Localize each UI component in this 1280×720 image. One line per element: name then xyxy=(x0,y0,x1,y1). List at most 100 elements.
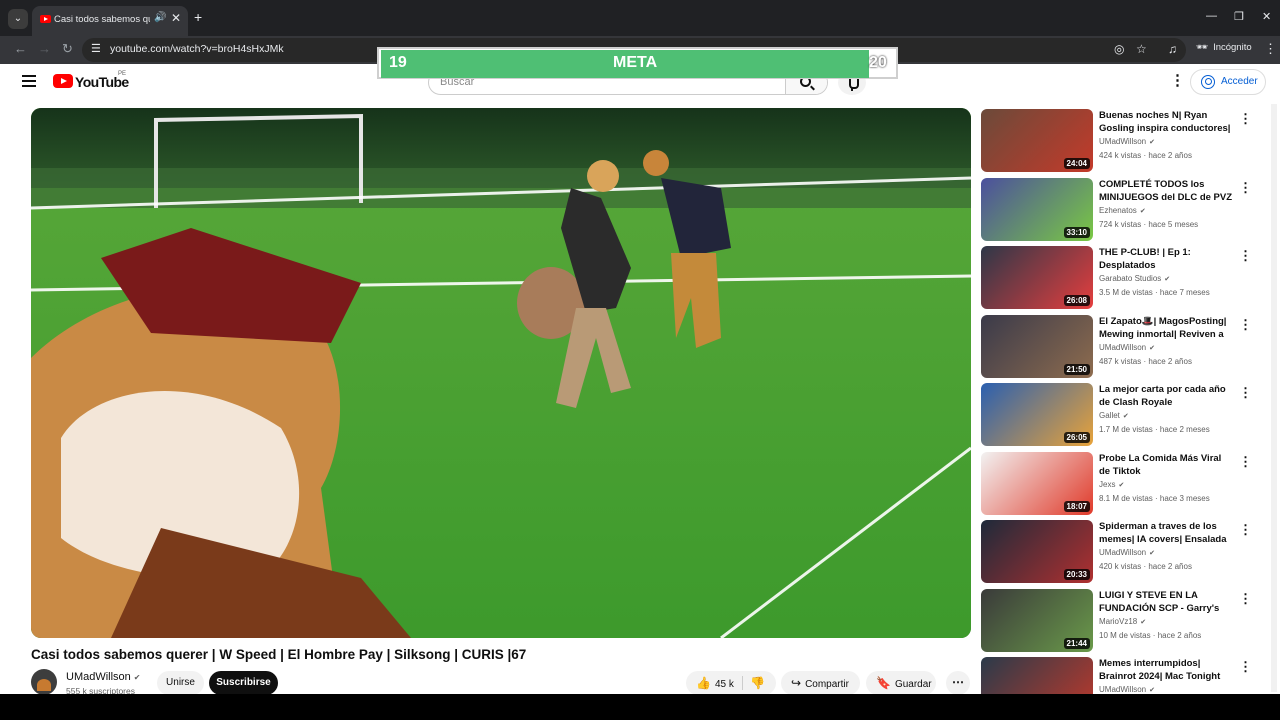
share-button[interactable]: ↪ Compartir xyxy=(781,671,860,694)
share-label: Compartir xyxy=(805,679,849,690)
like-count[interactable]: 45 k xyxy=(715,679,734,690)
sign-in-label: Acceder xyxy=(1221,76,1258,87)
audio-playing-icon[interactable]: 🔊 xyxy=(154,12,166,23)
recommended-channel[interactable]: Garabato Studios ✔ xyxy=(1099,274,1170,283)
recommended-channel-name[interactable]: UMadWillson xyxy=(1099,137,1146,146)
maximize-icon[interactable]: ❐ xyxy=(1234,10,1244,23)
bookmark-star-icon[interactable]: ☆ xyxy=(1136,42,1147,56)
recommended-title[interactable]: COMPLETÉ TODOS los MINIJUEGOS del DLC de… xyxy=(1099,178,1234,204)
youtube-logo-icon[interactable] xyxy=(53,74,73,88)
more-options-icon[interactable]: ⋮ xyxy=(1239,180,1252,196)
media-control-icon[interactable]: ♫ xyxy=(1168,42,1177,56)
recommended-video[interactable]: 18:07 Probe La Comida Más Viral de Tiktok… xyxy=(981,451,1261,516)
tab-close-icon[interactable]: ✕ xyxy=(171,11,181,25)
recommended-video[interactable]: 26:08 THE P-CLUB! | Ep 1: Desplatados Gara… xyxy=(981,246,1261,310)
forward-icon[interactable]: → xyxy=(38,41,51,56)
dislike-icon[interactable]: 👎 xyxy=(750,671,765,694)
more-options-icon[interactable]: ⋮ xyxy=(1239,248,1252,264)
recommended-title[interactable]: Probe La Comida Más Viral de Tiktok xyxy=(1099,452,1234,478)
recommended-video[interactable]: 21:44 LUIGI Y STEVE EN LA FUNDACIÓN SCP -… xyxy=(981,588,1261,653)
subscribe-button[interactable]: Suscribirse xyxy=(209,671,278,694)
video-thumbnail[interactable]: 24:04 xyxy=(981,109,1093,172)
recommended-channel[interactable]: UMadWillson ✔ xyxy=(1099,548,1155,557)
more-options-icon[interactable]: ⋮ xyxy=(1239,591,1252,607)
more-options-icon[interactable]: ⋮ xyxy=(1239,111,1252,127)
recommended-channel[interactable]: UMadWillson ✔ xyxy=(1099,137,1155,146)
more-options-icon[interactable]: ⋮ xyxy=(1239,454,1252,470)
recommended-channel-name[interactable]: Garabato Studios xyxy=(1099,274,1161,283)
verified-icon: ✔ xyxy=(1164,276,1171,283)
url-text[interactable]: youtube.com/watch?v=broH4sHxJMk xyxy=(110,43,284,55)
video-thumbnail[interactable] xyxy=(981,657,1093,694)
recommended-video[interactable]: 20:33 Spiderman a traves de los memes| IA… xyxy=(981,520,1261,584)
browser-menu-icon[interactable]: ⋮ xyxy=(1264,41,1277,57)
window-close-icon[interactable]: ✕ xyxy=(1262,10,1271,23)
video-thumbnail[interactable]: 33:10 xyxy=(981,177,1093,241)
channel-name-text[interactable]: UMadWillson xyxy=(66,671,131,683)
back-icon[interactable]: ← xyxy=(14,41,27,56)
recommended-video[interactable]: Memes interrumpidos| Brainrot 2024| Mac … xyxy=(981,657,1261,694)
recommended-channel[interactable]: Jexs ✔ xyxy=(1099,480,1124,489)
recommended-channel[interactable]: MarioVz18 ✔ xyxy=(1099,617,1146,626)
video-duration: 24:04 xyxy=(1063,158,1090,169)
channel-avatar[interactable] xyxy=(31,669,57,694)
settings-more-icon[interactable]: ⋮ xyxy=(1170,71,1185,89)
like-icon[interactable]: 👍 xyxy=(696,671,711,694)
tab-active[interactable]: Casi todos sabemos querer 🔊 ✕ xyxy=(32,6,188,36)
video-thumbnail[interactable]: 18:07 xyxy=(981,451,1093,515)
video-player[interactable] xyxy=(31,108,971,638)
site-info-icon[interactable]: ☰ xyxy=(91,42,101,55)
recommended-channel-name[interactable]: Ezhenatos xyxy=(1099,206,1137,215)
recommended-channel-name[interactable]: UMadWillson xyxy=(1099,343,1146,352)
menu-icon[interactable] xyxy=(22,75,36,87)
video-thumbnail[interactable]: 21:50 xyxy=(981,314,1093,378)
recommended-channel-name[interactable]: Jexs xyxy=(1099,480,1115,489)
recommended-title[interactable]: Spiderman a traves de los memes| IA cove… xyxy=(1099,520,1234,546)
recommended-title[interactable]: El Zapato🎩| MagosPosting| Mewing inmorta… xyxy=(1099,315,1234,341)
recommended-channel[interactable]: UMadWillson ✔ xyxy=(1099,685,1155,694)
more-actions-icon[interactable]: ⋯ xyxy=(946,671,970,694)
recommended-stats: 424 k vistas · hace 2 años xyxy=(1099,151,1192,160)
incognito-indicator[interactable]: 🕶 Incógnito xyxy=(1196,42,1252,53)
minimize-icon[interactable]: — xyxy=(1206,10,1217,22)
recommended-channel[interactable]: Gallet ✔ xyxy=(1099,411,1129,420)
video-thumbnail[interactable]: 20:33 xyxy=(981,520,1093,583)
video-thumbnail[interactable]: 26:08 xyxy=(981,246,1093,309)
more-options-icon[interactable]: ⋮ xyxy=(1239,659,1252,675)
recommended-channel-name[interactable]: UMadWillson xyxy=(1099,548,1146,557)
recommended-channel-name[interactable]: Gallet xyxy=(1099,411,1120,420)
video-thumbnail[interactable]: 26:05 xyxy=(981,383,1093,446)
new-tab-icon[interactable]: + xyxy=(194,9,202,25)
goal-target-number: 20 xyxy=(869,54,887,71)
channel-name[interactable]: UMadWillson ✔ xyxy=(66,671,141,683)
recommended-title[interactable]: Memes interrumpidos| Brainrot 2024| Mac … xyxy=(1099,657,1234,683)
join-button[interactable]: Unirse xyxy=(157,671,204,694)
recommended-channel[interactable]: Ezhenatos ✔ xyxy=(1099,206,1146,215)
video-duration: 18:07 xyxy=(1063,500,1090,512)
more-options-icon[interactable]: ⋮ xyxy=(1239,522,1252,538)
recommended-channel[interactable]: UMadWillson ✔ xyxy=(1099,343,1155,352)
recommended-stats: 3.5 M de vistas · hace 7 meses xyxy=(1099,288,1210,297)
more-options-icon[interactable]: ⋮ xyxy=(1239,317,1252,333)
recommended-video[interactable]: 26:05 La mejor carta por cada año de Clas… xyxy=(981,383,1261,447)
scrollbar[interactable] xyxy=(1271,104,1277,692)
recommended-channel-name[interactable]: UMadWillson xyxy=(1099,685,1146,694)
recommended-title[interactable]: LUIGI Y STEVE EN LA FUNDACIÓN SCP - Garr… xyxy=(1099,589,1234,615)
like-divider xyxy=(742,676,743,690)
sign-in-button[interactable]: Acceder xyxy=(1190,69,1266,95)
tab-search-icon[interactable]: ⌄ xyxy=(8,9,28,29)
recommended-title[interactable]: THE P-CLUB! | Ep 1: Desplatados xyxy=(1099,246,1234,272)
tracking-blocked-icon[interactable]: ◎ xyxy=(1114,42,1124,56)
video-duration: 20:33 xyxy=(1063,569,1090,580)
recommended-video[interactable]: 33:10 COMPLETÉ TODOS los MINIJUEGOS del D… xyxy=(981,177,1261,242)
recommended-channel-name[interactable]: MarioVz18 xyxy=(1099,617,1137,626)
recommended-video[interactable]: 24:04 Buenas noches N| Ryan Gosling inspi… xyxy=(981,109,1261,173)
recommended-title[interactable]: La mejor carta por cada año de Clash Roy… xyxy=(1099,383,1234,409)
save-button[interactable]: 🔖 Guardar xyxy=(866,671,936,694)
recommended-title[interactable]: Buenas noches N| Ryan Gosling inspira co… xyxy=(1099,109,1234,135)
recommended-video[interactable]: 21:50 El Zapato🎩| MagosPosting| Mewing in… xyxy=(981,314,1261,379)
tab-title: Casi todos sabemos querer xyxy=(54,14,150,25)
video-thumbnail[interactable]: 21:44 xyxy=(981,588,1093,652)
more-options-icon[interactable]: ⋮ xyxy=(1239,385,1252,401)
reload-icon[interactable]: ↻ xyxy=(62,41,73,57)
